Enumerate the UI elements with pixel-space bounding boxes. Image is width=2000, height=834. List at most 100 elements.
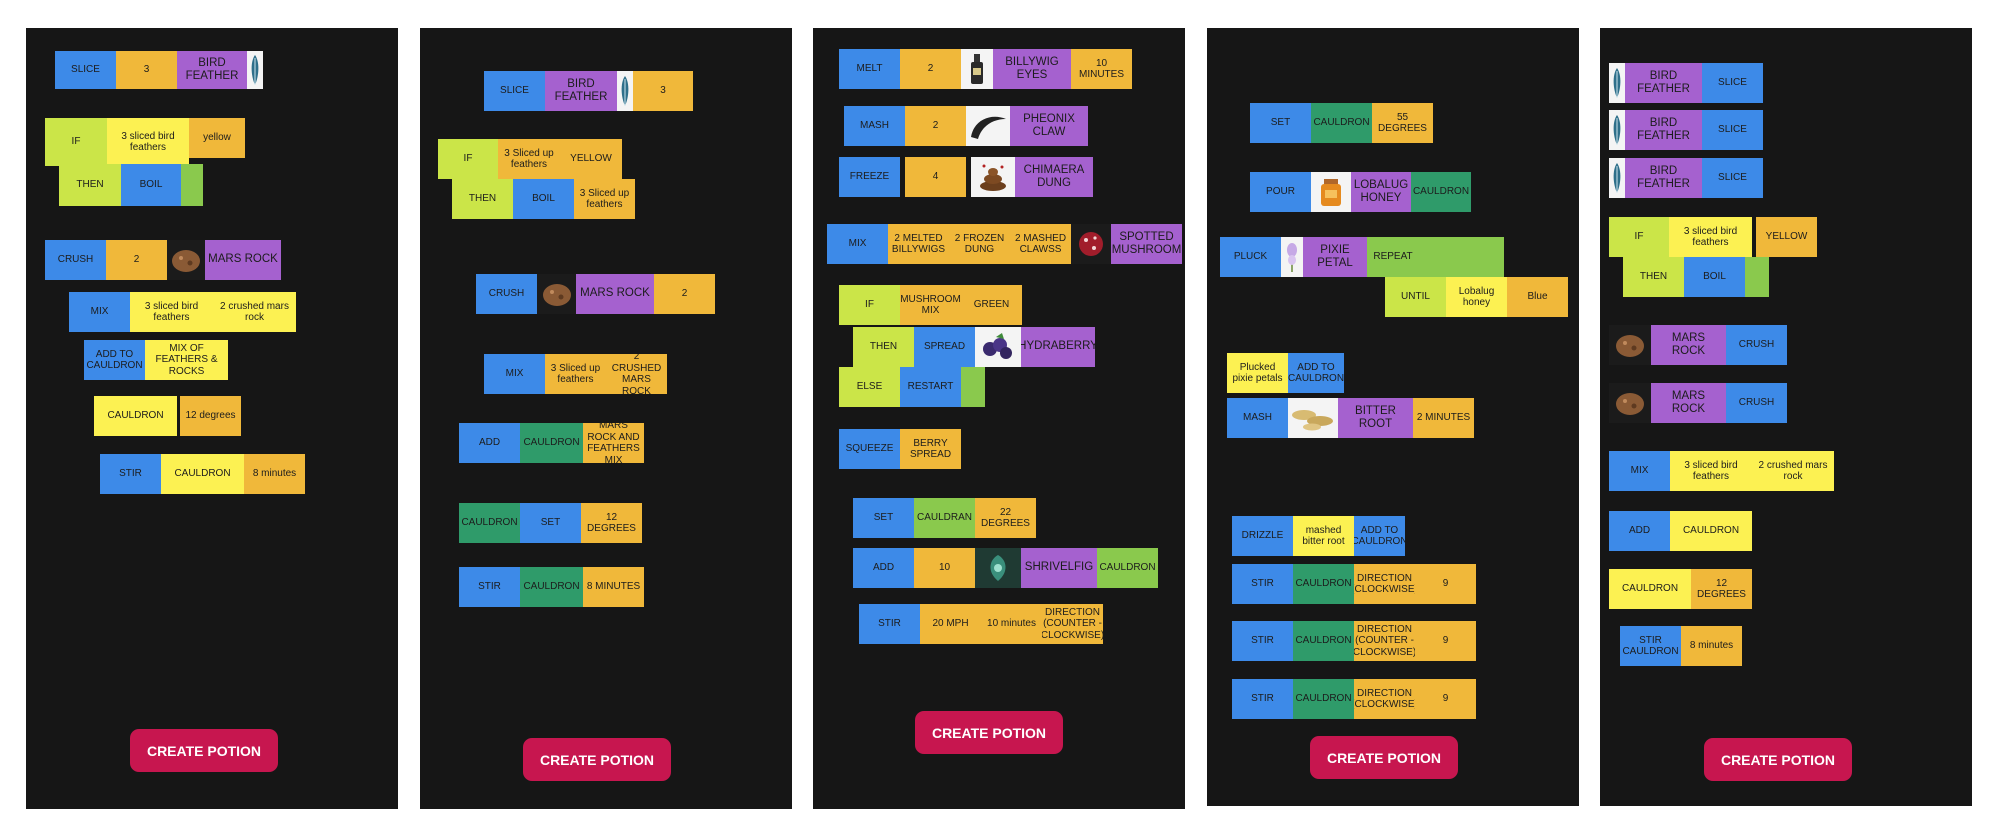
count-block[interactable]: 9: [1415, 564, 1476, 604]
mash-row[interactable]: MASH BITTER ROOT 2 MINUTES: [1227, 398, 1474, 438]
stir-row[interactable]: STIR CAULDRON 8 MINUTES: [459, 567, 644, 607]
verb-block[interactable]: MASH: [844, 106, 905, 146]
set-row[interactable]: SET CAULDRON 55 DEGREES: [1250, 103, 1433, 143]
object-block[interactable]: 3 Sliced up feathers: [574, 179, 635, 219]
add-row[interactable]: ADD TO CAULDRON MIX OF FEATHERS & ROCKS: [84, 340, 228, 380]
direction-block[interactable]: DIRECTION (COUNTER - CLOCKWISE): [1354, 621, 1415, 661]
count-block[interactable]: 9: [1415, 621, 1476, 661]
ingredient-block[interactable]: BITTER ROOT: [1338, 398, 1413, 438]
ingredient-block[interactable]: Plucked pixie petals: [1227, 353, 1288, 393]
verb-block[interactable]: MIX: [1609, 451, 1670, 491]
ingredient-block[interactable]: BIRD FEATHER: [1625, 110, 1702, 150]
target-block[interactable]: CAULDRON: [1311, 103, 1372, 143]
verb-block[interactable]: MIX: [484, 354, 545, 394]
ingredient-block[interactable]: SHRIVELFIG: [1021, 548, 1097, 588]
ingredient-block[interactable]: MARS ROCK: [205, 240, 281, 280]
condition-block[interactable]: 3 Sliced up feathers: [498, 139, 560, 179]
condition-block[interactable]: 3 sliced bird feathers: [1669, 217, 1752, 257]
until-row[interactable]: UNTIL Lobalug honey Blue: [1385, 277, 1568, 317]
ingredient-block[interactable]: BIRD FEATHER: [177, 51, 247, 89]
ingredient-block[interactable]: BIRD FEATHER: [1625, 63, 1702, 103]
verb-block[interactable]: STIR CAULDRON: [1620, 626, 1681, 666]
verb-block[interactable]: SET: [520, 503, 581, 543]
target-block[interactable]: CAULDRON: [161, 454, 244, 494]
ingredient-block[interactable]: PHEONIX CLAW: [1010, 106, 1088, 146]
verb-block[interactable]: MASH: [1227, 398, 1288, 438]
ingredient-a-block[interactable]: 3 sliced bird feathers: [130, 292, 213, 332]
time-block[interactable]: 2 MINUTES: [1413, 398, 1474, 438]
set-row[interactable]: SET CAULDRAN 22 DEGREES: [853, 498, 1036, 538]
verb-block[interactable]: SLICE: [55, 51, 116, 89]
ingredient-block[interactable]: mashed bitter root: [1293, 516, 1354, 556]
stir-row[interactable]: STIR CAULDRON 8 minutes: [100, 454, 305, 494]
quantity-block[interactable]: 2: [905, 106, 966, 146]
time-block[interactable]: 10 minutes: [981, 604, 1042, 644]
verb-block[interactable]: PLUCK: [1220, 237, 1281, 277]
target-block[interactable]: CAULDRON: [1293, 564, 1354, 604]
verb-block[interactable]: STIR: [859, 604, 920, 644]
target-block[interactable]: CAULDRON: [1411, 172, 1471, 212]
verb-block[interactable]: DRIZZLE: [1232, 516, 1293, 556]
mash-row[interactable]: MASH 2 PHEONIX CLAW: [844, 106, 1088, 146]
ingredient-block[interactable]: MARS ROCK: [576, 274, 654, 314]
pluck-row[interactable]: PLUCK PIXIE PETAL REPEAT: [1220, 237, 1504, 277]
ingredient-a-block[interactable]: 3 Sliced up feathers: [545, 354, 606, 394]
ingredient-c-block[interactable]: 2 MASHED CLAWSS: [1010, 224, 1071, 264]
color-block[interactable]: YELLOW: [560, 139, 622, 179]
action-block[interactable]: RESTART: [900, 367, 961, 407]
verb-block[interactable]: SET: [1250, 103, 1311, 143]
quantity-block[interactable]: 10: [914, 548, 975, 588]
ingredient-a-block[interactable]: 3 sliced bird feathers: [1670, 451, 1752, 491]
temperature-row[interactable]: CAULDRON 12 degrees: [94, 396, 241, 436]
value-block[interactable]: 55 DEGREES: [1372, 103, 1433, 143]
stir-row[interactable]: STIR 20 MPH 10 minutes DIRECTION (COUNTE…: [859, 604, 1103, 644]
create-potion-button[interactable]: CREATE POTION: [915, 711, 1063, 754]
action-block[interactable]: BOIL: [1684, 257, 1745, 297]
melt-row[interactable]: MELT 2 BILLYWIG EYES 10 MINUTES: [839, 49, 1132, 89]
time-block[interactable]: 8 minutes: [1681, 626, 1742, 666]
verb-block[interactable]: STIR: [1232, 679, 1293, 719]
color-block[interactable]: Blue: [1507, 277, 1568, 317]
target-block[interactable]: CAULDRON: [1609, 569, 1691, 609]
then-row[interactable]: THEN SPREAD HYDRABERRY: [853, 327, 1095, 367]
mix-row[interactable]: MIX 3 Sliced up feathers 2 CRUSHED MARS …: [484, 354, 667, 394]
ingredient-block[interactable]: PIXIE PETAL: [1303, 237, 1367, 277]
slice-row[interactable]: SLICE 3 BIRD FEATHER: [55, 51, 263, 89]
color-block[interactable]: yellow: [189, 118, 245, 158]
temperature-row[interactable]: CAULDRON 12 DEGREES: [1609, 569, 1752, 609]
verb-block[interactable]: CRUSH: [45, 240, 106, 280]
target-block[interactable]: CAULDRON: [1670, 511, 1752, 551]
ingredient-block[interactable]: SPOTTED MUSHROOM: [1111, 224, 1182, 264]
rock-row-1[interactable]: MARS ROCK CRUSH: [1609, 325, 1787, 365]
verb-block[interactable]: MELT: [839, 49, 900, 89]
time-block[interactable]: 8 minutes: [244, 454, 305, 494]
target-block[interactable]: CAULDRON: [520, 423, 583, 463]
verb-block[interactable]: SLICE: [1702, 110, 1763, 150]
ingredient-block[interactable]: HYDRABERRY: [1021, 327, 1095, 367]
time-block[interactable]: 8 MINUTES: [583, 567, 644, 607]
verb-block[interactable]: SET: [853, 498, 914, 538]
ingredient-b-block[interactable]: 2 crushed mars rock: [213, 292, 296, 332]
ingredient-block[interactable]: BIRD FEATHER: [1625, 158, 1702, 198]
action-block[interactable]: SPREAD: [914, 327, 975, 367]
direction-block[interactable]: DIRECTION (CLOCKWISE): [1354, 564, 1415, 604]
condition-block[interactable]: Lobalug honey: [1446, 277, 1507, 317]
ingredient-b-block[interactable]: 2 FROZEN DUNG: [949, 224, 1010, 264]
feather-row-3[interactable]: BIRD FEATHER SLICE: [1609, 158, 1763, 198]
count-block[interactable]: 9: [1415, 679, 1476, 719]
mix-row[interactable]: MIX 2 MELTED BILLYWIGS 2 FROZEN DUNG 2 M…: [827, 224, 1182, 264]
create-potion-button[interactable]: CREATE POTION: [1310, 736, 1458, 779]
value-block[interactable]: 12 DEGREES: [581, 503, 642, 543]
ingredient-block[interactable]: CHIMAERA DUNG: [1015, 157, 1093, 197]
if-block[interactable]: IF 3 sliced bird feathers yellow: [45, 118, 245, 166]
stir-row-3[interactable]: STIR CAULDRON DIRECTION (CLOCKWISE) 9: [1232, 679, 1476, 719]
target-block[interactable]: CAULDRON: [520, 567, 583, 607]
color-block[interactable]: YELLOW: [1756, 217, 1817, 257]
quantity-block[interactable]: 2: [106, 240, 167, 280]
target-block[interactable]: CAULDRON: [1293, 679, 1354, 719]
quantity-block[interactable]: 3: [116, 51, 177, 89]
action-block[interactable]: BOIL: [513, 179, 574, 219]
squeeze-row[interactable]: SQUEEZE BERRY SPREAD: [839, 429, 961, 469]
add-row[interactable]: ADD CAULDRON MARS ROCK AND FEATHERS MIX: [459, 423, 644, 463]
value-block[interactable]: 12 DEGREES: [1691, 569, 1752, 609]
